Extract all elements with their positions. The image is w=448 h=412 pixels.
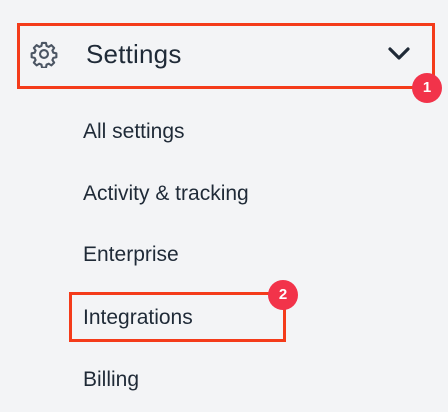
settings-menu-panel: Settings All settings Activity & trackin… (0, 0, 448, 412)
submenu-item-billing[interactable]: Billing (83, 367, 139, 393)
submenu-item-enterprise[interactable]: Enterprise (83, 242, 179, 268)
submenu-item-all-settings[interactable]: All settings (83, 119, 185, 145)
step-badge-1: 1 (412, 73, 442, 103)
submenu-item-integrations[interactable]: Integrations (83, 305, 193, 331)
step-badge-2: 2 (268, 280, 298, 310)
settings-submenu: All settings Activity & tracking Enterpr… (0, 0, 448, 412)
submenu-item-activity-tracking[interactable]: Activity & tracking (83, 181, 249, 207)
